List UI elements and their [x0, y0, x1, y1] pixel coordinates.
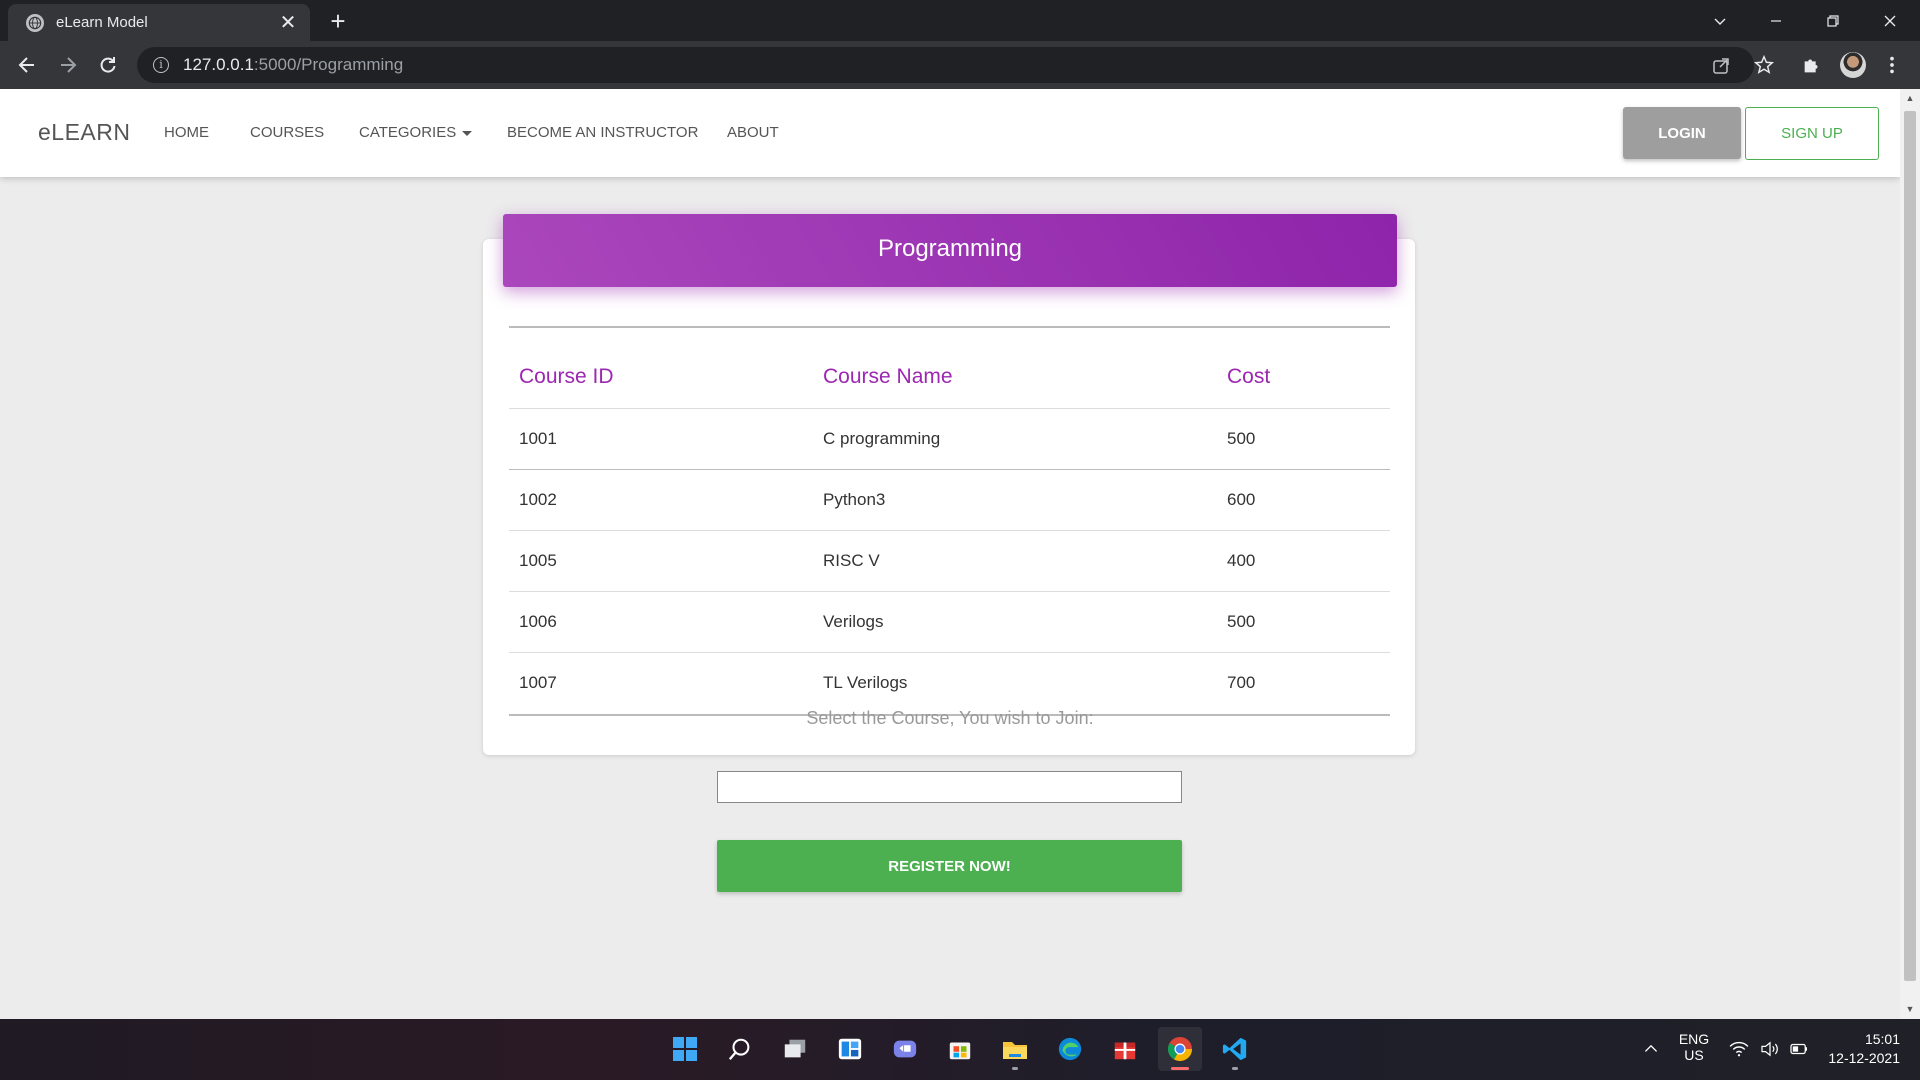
nav-home[interactable]: HOME — [164, 124, 209, 141]
reload-icon[interactable] — [92, 49, 124, 81]
restore-icon[interactable] — [1805, 0, 1861, 41]
table-divider — [509, 326, 1390, 328]
browser-tab-strip: eLearn Model ✕ + — [0, 0, 1920, 41]
courses-card — [483, 239, 1415, 755]
scroll-thumb[interactable] — [1904, 111, 1916, 981]
course-name-cell: C programming — [823, 429, 941, 448]
page-viewport: eLEARN HOME COURSES CATEGORIES BECOME AN… — [0, 89, 1900, 1019]
brand-logo[interactable]: eLEARN — [38, 119, 130, 146]
browser-menu-icon[interactable] — [1880, 53, 1904, 77]
signup-button[interactable]: SIGN UP — [1745, 107, 1879, 160]
course-id-cell: 1001 — [519, 429, 557, 448]
course-name-cell: Verilogs — [823, 612, 884, 631]
running-indicator — [1012, 1067, 1018, 1070]
page-scrollbar[interactable]: ▲ ▼ — [1900, 89, 1920, 1019]
row-divider — [509, 469, 1390, 470]
nav-categories-dropdown[interactable]: CATEGORIES — [359, 124, 473, 141]
profile-avatar[interactable] — [1839, 51, 1867, 79]
row-divider — [509, 591, 1390, 592]
chrome-icon[interactable] — [1158, 1027, 1202, 1071]
row-divider — [509, 530, 1390, 531]
language-region: US — [1684, 1047, 1704, 1063]
clock-time: 15:01 — [1864, 1031, 1900, 1047]
tab-search-icon[interactable] — [1692, 0, 1748, 41]
header-course-id: Course ID — [519, 365, 614, 388]
url-path: :5000/Programming — [253, 55, 404, 74]
battery-icon[interactable] — [1788, 1039, 1810, 1059]
active-indicator — [1171, 1067, 1189, 1070]
course-cost-cell: 400 — [1227, 551, 1256, 570]
windows-start-icon[interactable] — [663, 1027, 707, 1071]
login-button[interactable]: LOGIN — [1623, 107, 1741, 159]
minimize-icon[interactable] — [1748, 0, 1804, 41]
site-navbar: eLEARN HOME COURSES CATEGORIES BECOME AN… — [0, 89, 1900, 177]
taskbar: ENG US 15:01 12-12-2021 — [0, 1019, 1920, 1080]
tab-close-icon[interactable]: ✕ — [278, 10, 298, 35]
new-tab-button[interactable]: + — [323, 6, 353, 36]
forward-arrow-icon[interactable] — [52, 49, 84, 81]
globe-icon — [26, 13, 44, 32]
scroll-up-icon[interactable]: ▲ — [1905, 93, 1915, 103]
nav-categories-label: CATEGORIES — [359, 124, 457, 141]
course-select-input[interactable] — [717, 771, 1182, 803]
course-name-cell: Python3 — [823, 490, 886, 509]
wifi-icon[interactable] — [1728, 1039, 1750, 1059]
course-id-cell: 1002 — [519, 490, 557, 509]
search-icon[interactable] — [718, 1027, 762, 1071]
course-name-cell: TL Verilogs — [823, 673, 908, 692]
edge-browser-icon[interactable] — [1048, 1027, 1092, 1071]
header-cost: Cost — [1227, 365, 1271, 388]
teams-chat-icon[interactable] — [883, 1027, 927, 1071]
site-info-icon[interactable]: i — [153, 57, 169, 73]
share-icon[interactable] — [1711, 56, 1731, 76]
chevron-up-icon[interactable] — [1640, 1039, 1662, 1059]
course-cost-cell: 700 — [1227, 673, 1256, 692]
course-id-cell: 1006 — [519, 612, 557, 631]
scroll-down-icon[interactable]: ▼ — [1905, 1004, 1915, 1014]
close-window-icon[interactable] — [1862, 0, 1918, 41]
microsoft-store-icon[interactable] — [938, 1027, 982, 1071]
back-arrow-icon[interactable] — [11, 49, 43, 81]
course-cost-cell: 500 — [1227, 429, 1256, 448]
file-explorer-icon[interactable] — [993, 1027, 1037, 1071]
volume-icon[interactable] — [1759, 1039, 1781, 1059]
course-name-cell: RISC V — [823, 551, 880, 570]
select-course-label: Select the Course, You wish to Join: — [806, 708, 1094, 728]
caret-down-icon — [462, 130, 473, 136]
course-cost-cell: 500 — [1227, 612, 1256, 631]
header-course-name: Course Name — [823, 365, 953, 388]
tab-title: eLearn Model — [56, 14, 148, 31]
clock-date: 12-12-2021 — [1828, 1050, 1900, 1066]
gift-app-icon[interactable] — [1103, 1027, 1147, 1071]
address-bar[interactable]: i 127.0.0.1:5000/Programming — [137, 47, 1754, 83]
card-title: Programming — [503, 214, 1397, 287]
nav-courses[interactable]: COURSES — [250, 124, 324, 141]
vscode-icon[interactable] — [1213, 1027, 1257, 1071]
widgets-icon[interactable] — [828, 1027, 872, 1071]
clock[interactable]: 15:01 12-12-2021 — [1822, 1031, 1910, 1066]
task-view-icon[interactable] — [773, 1027, 817, 1071]
running-indicator — [1232, 1067, 1238, 1070]
row-divider — [509, 408, 1390, 409]
course-id-cell: 1007 — [519, 673, 557, 692]
language-indicator[interactable]: ENG US — [1676, 1031, 1712, 1063]
browser-tab[interactable]: eLearn Model ✕ — [8, 4, 310, 41]
nav-about[interactable]: ABOUT — [727, 124, 779, 141]
browser-toolbar: i 127.0.0.1:5000/Programming — [0, 41, 1920, 89]
nav-become-instructor[interactable]: BECOME AN INSTRUCTOR — [507, 124, 698, 141]
register-now-button[interactable]: REGISTER NOW! — [717, 840, 1182, 892]
course-id-cell: 1005 — [519, 551, 557, 570]
extensions-puzzle-icon[interactable] — [1800, 53, 1824, 77]
row-divider — [509, 652, 1390, 653]
language-code: ENG — [1678, 1031, 1710, 1047]
url-host: 127.0.0.1 — [183, 55, 254, 74]
bookmark-star-icon[interactable] — [1752, 53, 1776, 77]
course-cost-cell: 600 — [1227, 490, 1256, 509]
